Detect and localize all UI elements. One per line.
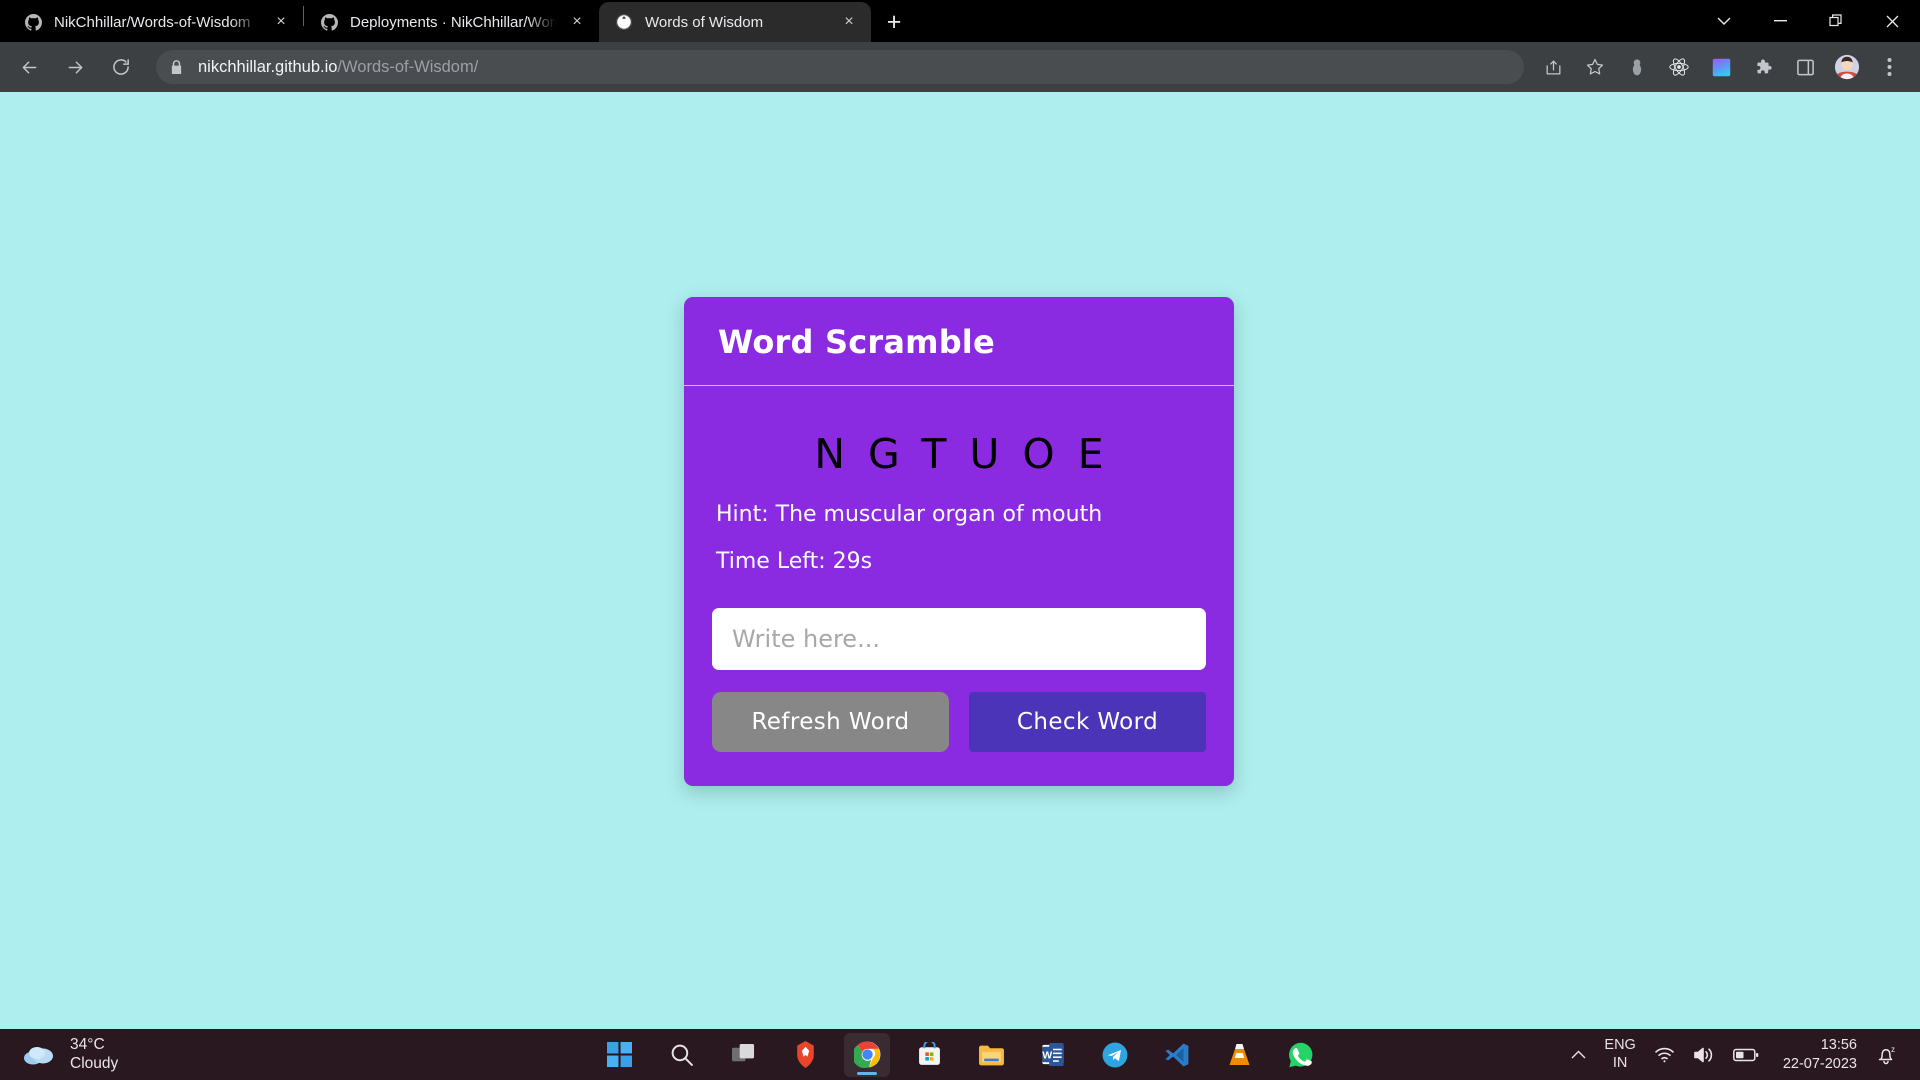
bookmark-star-icon[interactable] (1577, 49, 1613, 85)
language-bottom: IN (1612, 1054, 1628, 1071)
battery-icon[interactable] (1724, 1048, 1768, 1062)
weather-condition: Cloudy (70, 1054, 119, 1072)
tab-strip: NikChhillar/Words-of-Wisdom × Deployment… (0, 0, 1920, 42)
taskbar-app-icons: W (596, 1032, 1324, 1077)
system-tray: ENG IN 13:56 22-07-2023 z (1562, 1029, 1920, 1080)
telegram-icon[interactable] (1092, 1033, 1138, 1077)
card-header: Word Scramble (684, 297, 1234, 386)
side-panel-icon[interactable] (1787, 49, 1823, 85)
check-word-button[interactable]: Check Word (969, 692, 1206, 752)
language-text: ENG IN (1604, 1037, 1635, 1072)
clock-date: 22-07-2023 (1782, 1055, 1857, 1072)
url-path: /Words-of-Wisdom/ (337, 57, 479, 76)
weather-temperature: 34°C (70, 1036, 105, 1054)
back-button[interactable] (9, 47, 49, 87)
minimize-button[interactable] (1752, 0, 1808, 42)
page-title: Word Scramble (718, 323, 995, 361)
profile-avatar[interactable] (1829, 49, 1865, 85)
tab-words-of-wisdom-repo[interactable]: NikChhillar/Words-of-Wisdom × (8, 2, 303, 42)
reload-button[interactable] (101, 47, 141, 87)
restore-button[interactable] (1808, 0, 1864, 42)
clock-time: 13:56 (1820, 1036, 1857, 1053)
wifi-icon[interactable] (1645, 1046, 1684, 1063)
taskbar: 34°C Cloudy W ENG IN 13:56 22-07-2023 z (0, 1029, 1920, 1080)
clock-text: 13:56 22-07-2023 (1777, 1036, 1857, 1074)
chrome-menu-icon[interactable] (1871, 49, 1907, 85)
screen: NikChhillar/Words-of-Wisdom × Deployment… (0, 0, 1920, 1080)
microsoft-store-icon[interactable] (906, 1033, 952, 1077)
vscode-icon[interactable] (1154, 1033, 1200, 1077)
tab-title: Deployments · NikChhillar/Words (350, 13, 557, 31)
react-devtools-icon[interactable] (1661, 49, 1697, 85)
browser-window: NikChhillar/Words-of-Wisdom × Deployment… (0, 0, 1920, 1029)
close-tab-button[interactable]: × (565, 10, 589, 34)
scrambled-word-display: NGTUOE (814, 430, 1127, 478)
button-row: Refresh Word Check Word (712, 692, 1206, 752)
refresh-word-button[interactable]: Refresh Word (712, 692, 949, 752)
chrome-icon[interactable] (844, 1032, 890, 1077)
close-tab-button[interactable]: × (837, 10, 861, 34)
language-top: ENG (1604, 1037, 1636, 1054)
tab-title: Words of Wisdom (645, 13, 764, 31)
github-icon (320, 13, 338, 31)
extensions-puzzle-icon[interactable] (1745, 49, 1781, 85)
toolbar-actions (1532, 49, 1910, 85)
svg-text:W: W (1042, 1049, 1052, 1061)
new-tab-button[interactable]: + (877, 5, 911, 39)
close-tab-button[interactable]: × (269, 10, 293, 34)
lock-icon (170, 59, 186, 75)
start-button[interactable] (596, 1033, 642, 1077)
color-extension-icon[interactable] (1703, 49, 1739, 85)
github-icon (24, 13, 42, 31)
tab-search-button[interactable] (1696, 0, 1752, 42)
svg-text:z: z (1891, 1045, 1895, 1054)
language-indicator[interactable]: ENG IN (1595, 1037, 1644, 1072)
clock-and-date[interactable]: 13:56 22-07-2023 (1768, 1036, 1866, 1074)
cloud-icon (22, 1044, 56, 1066)
browser-toolbar: nikchhillar.github.io/Words-of-Wisdom/ (0, 42, 1920, 92)
word-scramble-card: Word Scramble NGTUOE Hint: The muscular … (684, 297, 1234, 786)
tab-deployments[interactable]: Deployments · NikChhillar/Words × (304, 2, 599, 42)
window-controls (1696, 0, 1920, 42)
search-taskbar-icon[interactable] (658, 1033, 704, 1077)
timer-text: Time Left: 29s (716, 549, 873, 574)
tab-title: NikChhillar/Words-of-Wisdom (54, 13, 251, 31)
close-window-button[interactable] (1864, 0, 1920, 42)
hint-text: Hint: The muscular organ of mouth (716, 502, 1103, 527)
weather-text: 34°C Cloudy (70, 1036, 118, 1073)
word-icon[interactable]: W (1030, 1033, 1076, 1077)
card-body: NGTUOE Hint: The muscular organ of mouth… (684, 386, 1234, 786)
url-host: nikchhillar.github.io (198, 57, 338, 76)
file-explorer-icon[interactable] (968, 1033, 1014, 1077)
page-viewport: Word Scramble NGTUOE Hint: The muscular … (0, 92, 1920, 1029)
globe-icon (615, 13, 633, 31)
tray-overflow-button[interactable] (1562, 1050, 1595, 1059)
volume-icon[interactable] (1684, 1046, 1724, 1064)
tab-words-of-wisdom[interactable]: Words of Wisdom × (599, 2, 871, 42)
url-text: nikchhillar.github.io/Words-of-Wisdom/ (198, 58, 478, 77)
forward-button[interactable] (55, 47, 95, 87)
vlc-icon[interactable] (1216, 1033, 1262, 1077)
whatsapp-icon[interactable] (1278, 1033, 1324, 1077)
answer-input[interactable] (712, 608, 1206, 670)
brave-icon[interactable] (782, 1033, 828, 1077)
notification-bell-dnd-icon[interactable]: z (1866, 1044, 1906, 1066)
bug-extension-icon[interactable] (1619, 49, 1655, 85)
taskbar-weather-widget[interactable]: 34°C Cloudy (0, 1036, 118, 1073)
task-view-icon[interactable] (720, 1033, 766, 1077)
share-icon[interactable] (1535, 49, 1571, 85)
address-bar[interactable]: nikchhillar.github.io/Words-of-Wisdom/ (156, 50, 1524, 84)
